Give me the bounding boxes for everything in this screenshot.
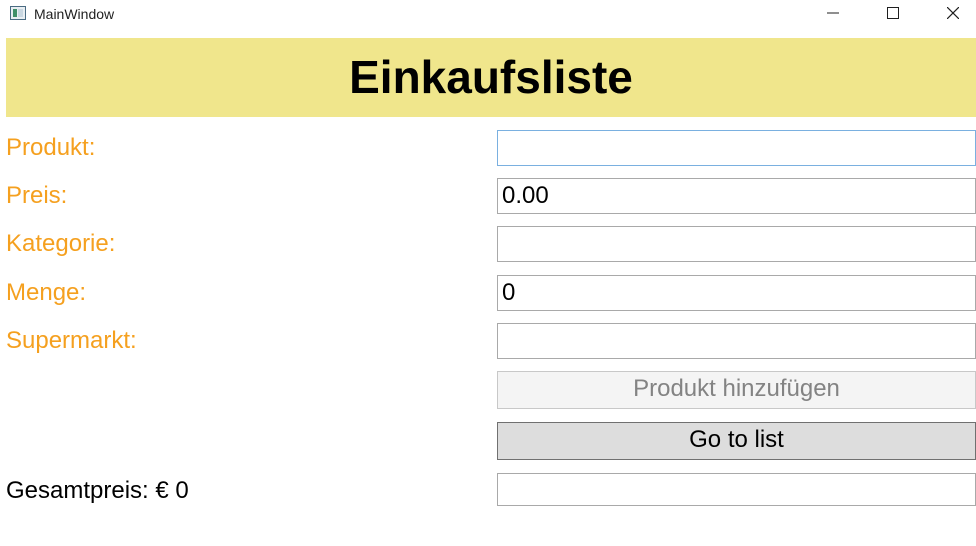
close-button[interactable] <box>930 0 976 30</box>
supermarkt-input[interactable] <box>497 323 976 359</box>
preis-label: Preis: <box>6 182 68 209</box>
header-banner: Einkaufsliste <box>6 38 976 117</box>
window-title: MainWindow <box>34 6 115 22</box>
total-price-label: Gesamtpreis: € 0 <box>6 477 189 504</box>
main-window: MainWindow Einkaufsliste Produkt: Preis:… <box>0 0 976 546</box>
kategorie-label: Kategorie: <box>6 230 116 257</box>
preis-input[interactable] <box>497 178 976 214</box>
app-icon <box>10 6 26 20</box>
produkt-label: Produkt: <box>6 134 96 161</box>
maximize-icon <box>887 7 899 19</box>
add-product-button[interactable]: Produkt hinzufügen <box>497 371 976 409</box>
supermarkt-label: Supermarkt: <box>6 327 137 354</box>
total-input[interactable] <box>497 473 976 506</box>
page-title: Einkaufsliste <box>349 51 633 103</box>
minimize-icon <box>827 12 839 14</box>
title-bar[interactable]: MainWindow <box>0 0 976 30</box>
minimize-button[interactable] <box>810 0 856 30</box>
close-icon <box>947 7 959 19</box>
produkt-input[interactable] <box>497 130 976 166</box>
menge-label: Menge: <box>6 279 87 306</box>
kategorie-input[interactable] <box>497 226 976 262</box>
menge-input[interactable] <box>497 275 976 311</box>
go-to-list-button[interactable]: Go to list <box>497 422 976 460</box>
maximize-button[interactable] <box>870 0 916 30</box>
